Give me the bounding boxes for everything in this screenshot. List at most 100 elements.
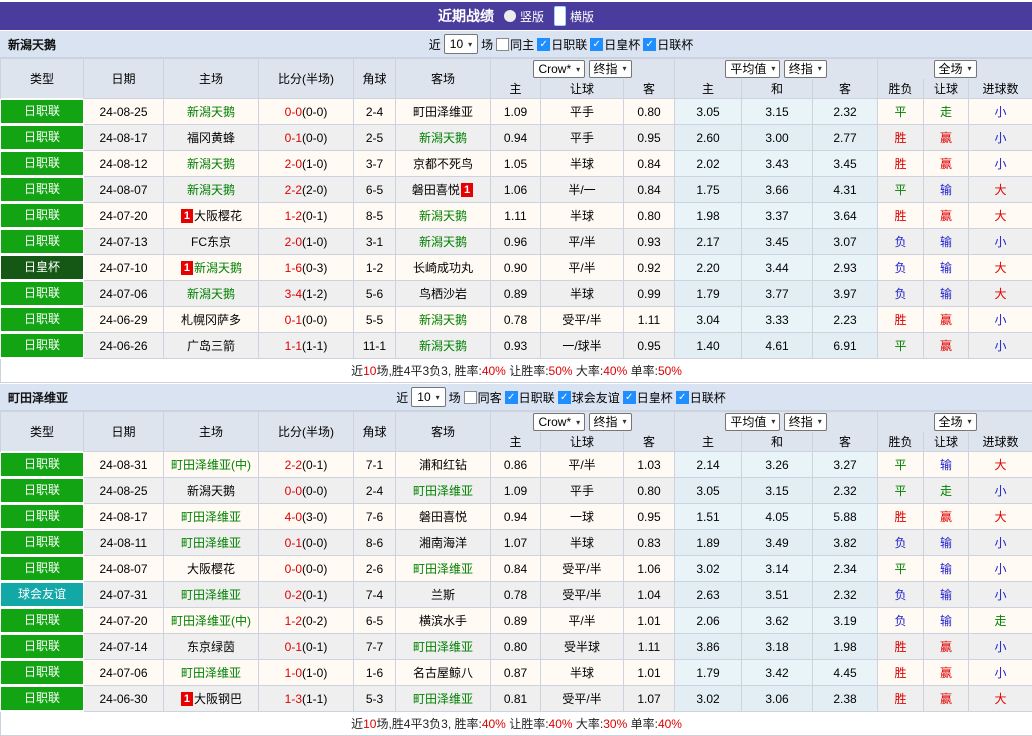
asia-odds-cell: 0.84 (624, 177, 675, 203)
asia-odds-cell: 0.80 (491, 634, 541, 660)
league-checkbox-0[interactable]: ✓日职联 (537, 36, 587, 53)
home-team-cell: 1大阪樱花 (164, 203, 259, 229)
score-cell: 2-0(1-0) (259, 229, 354, 255)
league-checkbox-2-label[interactable]: 日皇杯 (637, 389, 673, 406)
euro-odds-cell: 6.91 (813, 333, 878, 359)
checkbox-icon[interactable] (496, 38, 509, 51)
same-venue-checkbox-label[interactable]: 同客 (478, 389, 502, 406)
team-name: 町田泽维亚(中) (171, 614, 251, 628)
odds-time-select-label: 终指 (594, 60, 618, 77)
same-venue-checkbox-label[interactable]: 同主 (510, 36, 534, 53)
away-team-cell: 新潟天鹅 (396, 203, 491, 229)
record-summary: 近10场,胜4平3负3, 胜率:40% 让胜率:50% 大率:40% 单率:50… (1, 359, 1032, 383)
euro-odds-cell: 3.05 (675, 99, 742, 125)
summary-segment: 10 (363, 364, 376, 378)
halftime-score: (0-3) (302, 261, 327, 275)
team-name: 新潟天鹅 (419, 339, 467, 353)
goals-result-cell: 小 (969, 99, 1032, 125)
league-checkbox-1[interactable]: ✓球会友谊 (558, 389, 620, 406)
asia-odds-cell: 1.11 (624, 307, 675, 333)
same-venue-checkbox[interactable]: 同主 (496, 36, 534, 53)
league-checkbox-2-label[interactable]: 日联杯 (657, 36, 693, 53)
bookmaker-select[interactable]: Crow*▾ (533, 413, 585, 431)
away-team-cell: 兰斯 (396, 582, 491, 608)
league-badge: 日职联 (1, 635, 83, 658)
team-name: 大阪樱花 (194, 209, 242, 223)
checkbox-checked-icon[interactable]: ✓ (505, 391, 518, 404)
euro-odds-cell: 3.43 (742, 151, 813, 177)
radio-label[interactable]: 横版 (570, 8, 594, 25)
odds-time-select[interactable]: 终指▾ (589, 413, 632, 431)
asia-odds-cell: 受平/半 (541, 556, 624, 582)
checkbox-checked-icon[interactable]: ✓ (623, 391, 636, 404)
full-match-select[interactable]: 全场▾ (934, 60, 977, 78)
checkbox-icon[interactable] (464, 391, 477, 404)
checkbox-checked-icon[interactable]: ✓ (537, 38, 550, 51)
league-checkbox-1[interactable]: ✓日皇杯 (590, 36, 640, 53)
score-cell: 1-3(1-1) (259, 686, 354, 712)
average-select[interactable]: 平均值▾ (725, 60, 780, 78)
radio-label[interactable]: 竖版 (520, 8, 544, 25)
chevron-down-icon: ▾ (623, 64, 627, 73)
handicap-result-cell: 赢 (924, 634, 969, 660)
away-team-cell: 町田泽维亚 (396, 634, 491, 660)
asia-odds-cell: 0.92 (624, 255, 675, 281)
league-checkbox-0[interactable]: ✓日职联 (505, 389, 555, 406)
match-row: 球会友谊24-07-31町田泽维亚0-2(0-1)7-4兰斯0.78受平/半1.… (1, 582, 1032, 608)
league-badge: 日职联 (1, 178, 83, 201)
date-cell: 24-08-07 (84, 556, 164, 582)
asia-odds-cell: 平/半 (541, 452, 624, 478)
radio-selected-icon[interactable] (554, 6, 566, 26)
fulltime-score: 0-0 (285, 484, 302, 498)
league-checkbox-0-label[interactable]: 日职联 (519, 389, 555, 406)
date-cell: 24-07-20 (84, 608, 164, 634)
score-cell: 2-2(2-0) (259, 177, 354, 203)
away-team-cell: 浦和红钻 (396, 452, 491, 478)
corner-cell: 7-6 (354, 504, 396, 530)
league-checkbox-3-label[interactable]: 日联杯 (690, 389, 726, 406)
away-team-cell: 名古屋鲸八 (396, 660, 491, 686)
match-count-select[interactable]: 10▾ (444, 34, 478, 54)
match-count-select[interactable]: 10▾ (411, 387, 445, 407)
checkbox-checked-icon[interactable]: ✓ (558, 391, 571, 404)
league-checkbox-2[interactable]: ✓日联杯 (643, 36, 693, 53)
asia-odds-cell: 0.89 (491, 281, 541, 307)
asia-odds-cell: 0.84 (624, 151, 675, 177)
date-cell: 24-08-07 (84, 177, 164, 203)
date-cell: 24-08-17 (84, 504, 164, 530)
euro-odds-cell: 3.97 (813, 281, 878, 307)
bookmaker-select[interactable]: Crow*▾ (533, 60, 585, 78)
full-match-select-label: 全场 (939, 413, 963, 430)
checkbox-checked-icon[interactable]: ✓ (643, 38, 656, 51)
match-row: 日职联24-07-20町田泽维亚(中)1-2(0-2)6-5横滨水手0.89平/… (1, 608, 1032, 634)
radio-icon[interactable] (504, 10, 516, 22)
average-select[interactable]: 平均值▾ (725, 413, 780, 431)
layout-radio-horizontal[interactable]: 横版 (554, 6, 594, 26)
fulltime-score: 2-2 (285, 458, 302, 472)
match-count-select-label: 10 (417, 390, 430, 404)
page-title: 近期战绩 (438, 6, 494, 26)
result-cell: 平 (878, 452, 924, 478)
layout-radio-vertical[interactable]: 竖版 (504, 8, 544, 25)
league-checkbox-2[interactable]: ✓日皇杯 (623, 389, 673, 406)
odds-time-select[interactable]: 终指▾ (784, 60, 827, 78)
league-checkbox-1-label[interactable]: 日皇杯 (604, 36, 640, 53)
league-checkbox-3[interactable]: ✓日联杯 (676, 389, 726, 406)
checkbox-checked-icon[interactable]: ✓ (676, 391, 689, 404)
odds-time-select[interactable]: 终指 ▾ (589, 60, 632, 78)
odds-time-select[interactable]: 终指▾ (784, 413, 827, 431)
summary-segment: 50% (658, 364, 682, 378)
away-team-cell: 新潟天鹅 (396, 229, 491, 255)
col-header-score: 比分(半场) (259, 412, 354, 452)
league-checkbox-0-label[interactable]: 日职联 (551, 36, 587, 53)
same-venue-checkbox[interactable]: 同客 (464, 389, 502, 406)
league-checkbox-1-label[interactable]: 球会友谊 (572, 389, 620, 406)
match-type-cell: 日职联 (1, 608, 84, 634)
checkbox-checked-icon[interactable]: ✓ (590, 38, 603, 51)
league-badge: 日职联 (1, 152, 83, 175)
col-header-home: 主场 (164, 59, 259, 99)
goals-result-cell: 小 (969, 125, 1032, 151)
league-badge: 日皇杯 (1, 256, 83, 279)
result-cell: 胜 (878, 634, 924, 660)
full-match-select[interactable]: 全场▾ (934, 413, 977, 431)
